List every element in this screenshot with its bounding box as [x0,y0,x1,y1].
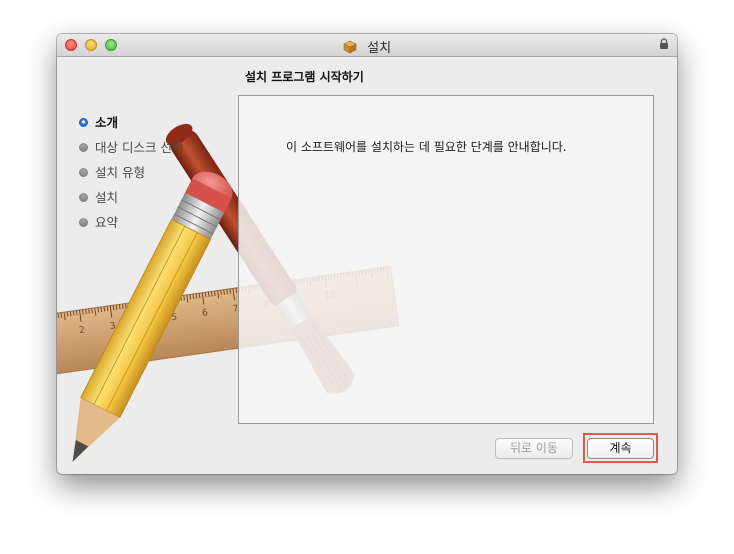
ruler-tick [115,304,118,310]
intro-message: 이 소프트웨어를 설치하는 데 필요한 단계를 안내합니다. [286,140,567,154]
step-label: 대상 디스크 선택 [95,140,184,155]
ruler-tick [195,293,198,299]
ruler-tick [103,306,106,312]
step-bullet-icon [79,168,88,177]
ruler-tick [118,304,121,310]
step-item-summary: 요약 [79,214,183,239]
window-title-text: 설치 [367,41,392,56]
ruler-tick [57,312,60,319]
ruler-tick [66,311,69,317]
ruler-tick [235,287,238,294]
ruler-tick [207,291,210,297]
step-label: 요약 [95,215,119,230]
lock-icon[interactable] [659,38,669,50]
ruler-tick [229,288,232,294]
ruler-tick [204,292,207,298]
step-item-intro: 소개 [79,114,183,139]
step-bullet-icon [79,218,88,227]
ruler-tick [72,310,75,316]
step-item-install-type: 설치 유형 [79,164,183,189]
ruler-tick [189,294,192,300]
ruler-tick [121,303,124,309]
step-bullet-icon [79,143,88,152]
title-bar: 설치 [57,34,677,57]
step-item-destination: 대상 디스크 선택 [79,139,183,164]
ruler-tick [210,291,213,297]
ruler-tick [192,293,195,300]
step-label: 소개 [95,115,119,130]
ruler-tick [183,295,185,301]
installer-window: 설치 2 3 5 6 7 설치 프로그램 시작하기 소개 대상 디스크 선택 설… [57,34,677,474]
ruler-tick [69,311,72,317]
ruler-tick [88,308,90,314]
current-step-icon [79,118,88,127]
ruler-tick [198,293,201,299]
step-label: 설치 [95,190,119,205]
ruler-tick [82,309,84,315]
ruler-tick [60,312,63,318]
ruler-tick [75,310,78,316]
ruler-tick [220,290,222,296]
ruler-tick [226,289,228,295]
package-icon [343,40,357,53]
step-bullet-icon [79,193,88,202]
ruler-tick [214,290,216,297]
step-item-install: 설치 [79,189,183,214]
ruler-tick [106,306,109,312]
ruler-tick [85,309,87,315]
ruler-tick [100,306,103,312]
continue-button[interactable]: 계속 [587,438,654,459]
back-button[interactable]: 뒤로 이동 [495,438,573,459]
window-title: 설치 [57,37,677,56]
page-title: 설치 프로그램 시작하기 [245,70,364,84]
ruler-tick [91,308,93,314]
step-label: 설치 유형 [95,165,145,180]
ruler-tick [97,307,100,313]
content-panel: 이 소프트웨어를 설치하는 데 필요한 단계를 안내합니다. [238,95,654,424]
step-list: 소개 대상 디스크 선택 설치 유형 설치 요약 [79,114,183,239]
ruler-tick [112,305,115,311]
ruler-tick [223,289,225,295]
